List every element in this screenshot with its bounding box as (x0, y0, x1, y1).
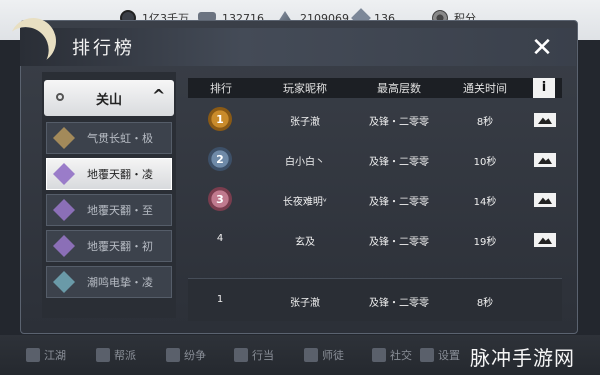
nav-jianghu[interactable]: 江湖 (26, 347, 66, 363)
nav-label: 江湖 (44, 349, 66, 362)
nav-trade[interactable]: 行当 (234, 347, 274, 363)
nav-icon (234, 348, 248, 362)
chevron-up-icon: ^ (152, 86, 166, 105)
region-dropdown[interactable]: 关山 ^ (44, 80, 174, 116)
nav-icon (420, 348, 434, 362)
stage-label: 地覆天翻・凌 (87, 168, 153, 181)
eye-icon (56, 93, 64, 101)
stage-emblem-icon (53, 271, 75, 293)
gold-medal-icon: 1 (208, 107, 232, 131)
stage-emblem-icon (53, 127, 75, 149)
nav-icon (304, 348, 318, 362)
replay-button[interactable] (534, 193, 556, 207)
floor-value: 及锋・二零零 (369, 157, 429, 168)
nav-icon (26, 348, 40, 362)
player-name: 长夜难明ᵛ (282, 197, 328, 208)
rank-value: 3 (216, 192, 224, 206)
header-rank: 排行 (210, 82, 232, 95)
stage-item[interactable]: 地覆天翻・至 (46, 194, 172, 226)
stage-item[interactable]: 地覆天翻・初 (46, 230, 172, 262)
replay-button[interactable] (534, 233, 556, 247)
nav-icon (372, 348, 386, 362)
stage-emblem-icon (53, 163, 75, 185)
my-name: 张子澈 (290, 298, 320, 309)
panel-title: 排行榜 (72, 38, 135, 59)
stage-label: 地覆天翻・至 (87, 204, 153, 217)
nav-battle[interactable]: 纷争 (166, 347, 206, 363)
nav-label: 师徒 (322, 349, 344, 362)
stage-label: 气贯长虹・极 (87, 132, 153, 145)
bronze-medal-icon: 3 (208, 187, 232, 211)
nav-label: 帮派 (114, 349, 136, 362)
floor-value: 及锋・二零零 (369, 237, 429, 248)
stage-item-selected[interactable]: 地覆天翻・凌 (46, 158, 172, 190)
stage-emblem-icon (53, 235, 75, 257)
replay-button[interactable] (534, 113, 556, 127)
table-row[interactable]: 4 玄及 及锋・二零零 19秒 (188, 220, 562, 260)
table-row[interactable]: 2 白小白丶 及锋・二零零 10秒 (188, 140, 562, 180)
header-name: 玩家昵称 (283, 82, 327, 95)
nav-guild[interactable]: 帮派 (96, 347, 136, 363)
rank-value: 4 (216, 233, 224, 244)
silver-medal-icon: 2 (208, 147, 232, 171)
rank-value: 2 (216, 152, 224, 166)
clear-time: 10秒 (473, 157, 497, 168)
info-button[interactable]: i (533, 78, 555, 98)
replay-button[interactable] (534, 153, 556, 167)
region-label: 关山 (96, 93, 123, 108)
floor-value: 及锋・二零零 (369, 117, 429, 128)
nav-label: 社交 (390, 349, 412, 362)
nav-settings[interactable]: 设置 (420, 347, 460, 363)
my-floor: 及锋・二零零 (369, 298, 429, 309)
stage-label: 潮鸣电挚・凌 (87, 276, 153, 289)
stage-emblem-icon (53, 199, 75, 221)
player-name: 张子澈 (290, 117, 320, 128)
rank-value: 1 (216, 112, 224, 126)
my-rank: 1 (216, 294, 224, 305)
clear-time: 14秒 (473, 197, 497, 208)
stage-item[interactable]: 气贯长虹・极 (46, 122, 172, 154)
clear-time: 19秒 (473, 237, 497, 248)
my-rank-row: 1 张子澈 及锋・二零零 8秒 (188, 278, 562, 321)
nav-icon (166, 348, 180, 362)
nav-social[interactable]: 社交 (372, 347, 412, 363)
header-time: 通关时间 (463, 82, 507, 95)
clear-time: 8秒 (476, 117, 494, 128)
player-name: 玄及 (295, 237, 315, 248)
table-row[interactable]: 1 张子澈 及锋・二零零 8秒 (188, 100, 562, 140)
nav-mentor[interactable]: 师徒 (304, 347, 344, 363)
nav-label: 设置 (438, 349, 460, 362)
table-row[interactable]: 3 长夜难明ᵛ 及锋・二零零 14秒 (188, 180, 562, 220)
watermark: 脉冲手游网 (470, 346, 575, 370)
close-button[interactable]: ✕ (530, 35, 554, 61)
my-time: 8秒 (476, 298, 494, 309)
nav-label: 纷争 (184, 349, 206, 362)
stage-item[interactable]: 潮鸣电挚・凌 (46, 266, 172, 298)
nav-icon (96, 348, 110, 362)
nav-label: 行当 (252, 349, 274, 362)
header-floor: 最高层数 (377, 82, 421, 95)
player-name: 白小白丶 (285, 157, 325, 168)
stage-label: 地覆天翻・初 (87, 240, 153, 253)
floor-value: 及锋・二零零 (369, 197, 429, 208)
